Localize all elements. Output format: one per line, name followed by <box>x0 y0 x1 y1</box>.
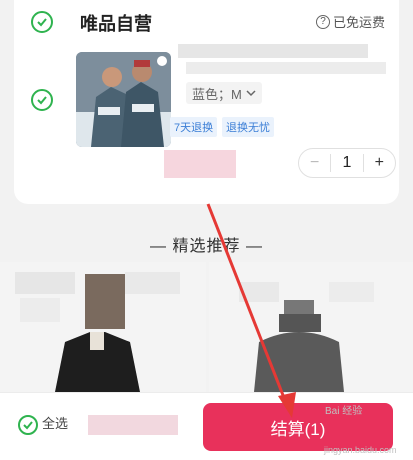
recommend-title: 精选推荐 <box>172 238 241 255</box>
check-icon <box>37 96 47 105</box>
chevron-down-icon <box>246 90 256 97</box>
jacket-photo <box>76 52 171 147</box>
price-blurred <box>164 150 236 178</box>
product-checkbox[interactable] <box>31 89 53 111</box>
product-title-blurred-2 <box>186 62 386 74</box>
select-all-label[interactable]: 全选 <box>42 413 68 432</box>
question-circle-icon: ? <box>315 14 330 29</box>
increase-button[interactable]: + <box>364 154 395 172</box>
product-image[interactable] <box>76 52 171 147</box>
shipping-label: 已免运费 <box>332 15 385 30</box>
recommend-photo-person <box>0 262 206 392</box>
checkout-button[interactable]: 结算(1) <box>203 403 393 451</box>
variant-selector[interactable]: 蓝色；M <box>186 82 262 104</box>
watermark-url: jingyan.baidu.com <box>324 445 397 455</box>
dash-right: — <box>240 238 263 255</box>
shipping-info[interactable]: ? 已免运费 <box>315 12 385 31</box>
tag-7day-return: 7天退换 <box>170 117 218 137</box>
store-checkbox[interactable] <box>31 11 53 33</box>
recommend-item-right[interactable] <box>209 262 413 392</box>
variant-label: 蓝色；M <box>192 86 242 102</box>
decrease-button[interactable]: − <box>299 154 330 172</box>
product-title-blurred <box>178 44 368 58</box>
recommend-section-title: — 精选推荐 — <box>0 232 413 256</box>
check-icon <box>37 18 47 27</box>
select-all-checkbox[interactable] <box>18 415 38 435</box>
store-title: 唯品自营 <box>80 14 152 34</box>
check-icon <box>23 421 33 430</box>
cart-store-card: 唯品自营 ? 已免运费 蓝色；M 7天退换 退换无忧 − 1 + <box>14 0 399 204</box>
recommend-item-left[interactable] <box>0 262 206 392</box>
quantity-stepper: − 1 + <box>298 148 396 178</box>
quantity-value[interactable]: 1 <box>330 154 364 172</box>
tag-worry-free-return: 退换无忧 <box>222 117 274 137</box>
dash-left: — <box>150 238 173 255</box>
recommend-photo-beanie <box>209 262 413 392</box>
total-price-blurred <box>88 415 178 435</box>
watermark-logo: Bai 经验 <box>325 406 363 417</box>
